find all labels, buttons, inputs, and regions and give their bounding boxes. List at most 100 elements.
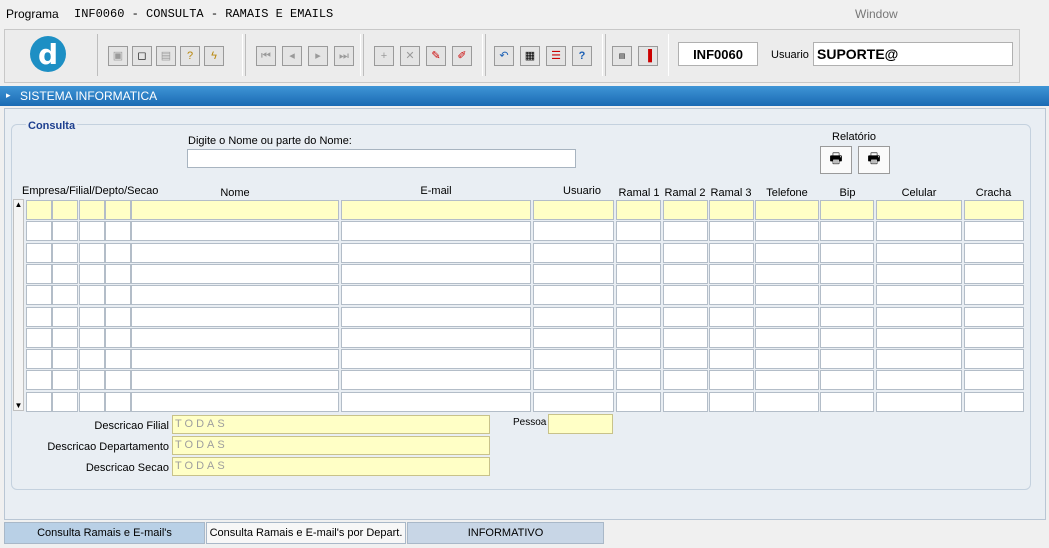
grid-cell[interactable] — [26, 392, 52, 412]
grid-cell[interactable] — [709, 221, 754, 241]
grid-cell[interactable] — [533, 392, 614, 412]
grid-cell[interactable] — [709, 264, 754, 284]
secao-field[interactable]: TODAS — [172, 457, 490, 476]
grid-cell[interactable] — [616, 328, 661, 348]
grid-cell[interactable] — [663, 328, 708, 348]
grid-cell[interactable] — [964, 392, 1024, 412]
query-help-icon[interactable]: ? — [180, 46, 200, 66]
grid-cell[interactable] — [341, 221, 531, 241]
first-record-icon[interactable]: ⏮ — [256, 46, 276, 66]
grid-cell[interactable] — [709, 307, 754, 327]
grid-cell[interactable] — [755, 200, 819, 220]
grid-cell[interactable] — [52, 307, 78, 327]
grid-cell[interactable] — [533, 200, 614, 220]
grid-cell[interactable] — [820, 307, 874, 327]
grid-cell[interactable] — [876, 285, 962, 305]
grid-cell[interactable] — [755, 264, 819, 284]
grid-cell[interactable] — [709, 200, 754, 220]
list-icon[interactable]: ☰ — [546, 46, 566, 66]
filial-field[interactable]: TODAS — [172, 415, 490, 434]
grid-cell[interactable] — [964, 349, 1024, 369]
edit-record-icon[interactable]: ✎ — [426, 46, 446, 66]
menu-programa[interactable]: Programa — [6, 7, 59, 21]
insert-record-icon[interactable]: + — [374, 46, 394, 66]
save-icon[interactable]: ▣ — [108, 46, 128, 66]
grid-cell[interactable] — [79, 307, 105, 327]
grid-cell[interactable] — [105, 200, 131, 220]
grid-cell[interactable] — [341, 328, 531, 348]
grid-cell[interactable] — [341, 349, 531, 369]
grid-cell[interactable] — [755, 349, 819, 369]
grid-cell[interactable] — [341, 370, 531, 390]
help-icon[interactable]: ? — [572, 46, 592, 66]
clipboard-icon[interactable]: ▦ — [520, 46, 540, 66]
grid-cell[interactable] — [755, 307, 819, 327]
grid-cell[interactable] — [876, 243, 962, 263]
exit-icon[interactable]: ▐ — [638, 46, 658, 66]
pessoa-field[interactable] — [548, 414, 613, 434]
grid-cell[interactable] — [964, 307, 1024, 327]
grid-cell[interactable] — [26, 264, 52, 284]
grid-cell[interactable] — [709, 392, 754, 412]
grid-cell[interactable] — [876, 307, 962, 327]
grid-cell[interactable] — [755, 392, 819, 412]
menu-window[interactable]: Window — [855, 7, 898, 21]
grid-scrollbar[interactable]: ▲ ▼ — [13, 199, 24, 411]
grid-cell[interactable] — [820, 200, 874, 220]
print-icon[interactable]: ▤ — [156, 46, 176, 66]
grid-cell[interactable] — [52, 221, 78, 241]
grid-cell[interactable] — [26, 200, 52, 220]
grid-cell[interactable] — [533, 264, 614, 284]
execute-query-icon[interactable]: ϟ — [204, 46, 224, 66]
report-print-button[interactable]: 🖶 — [820, 146, 852, 174]
clear-record-icon[interactable]: ✐ — [452, 46, 472, 66]
grid-cell[interactable] — [131, 221, 339, 241]
grid-cell[interactable] — [131, 349, 339, 369]
grid-cell[interactable] — [131, 285, 339, 305]
grid-cell[interactable] — [755, 370, 819, 390]
grid-cell[interactable] — [533, 285, 614, 305]
grid-cell[interactable] — [709, 349, 754, 369]
search-input[interactable] — [187, 149, 576, 168]
grid-cell[interactable] — [820, 392, 874, 412]
grid-cell[interactable] — [755, 221, 819, 241]
grid-cell[interactable] — [131, 264, 339, 284]
grid-cell[interactable] — [131, 200, 339, 220]
scroll-down-icon[interactable]: ▼ — [14, 401, 23, 410]
grid-cell[interactable] — [533, 349, 614, 369]
grid-cell[interactable] — [820, 285, 874, 305]
grid-cell[interactable] — [663, 392, 708, 412]
grid-cell[interactable] — [131, 243, 339, 263]
grid-cell[interactable] — [341, 392, 531, 412]
grid-cell[interactable] — [616, 221, 661, 241]
last-record-icon[interactable]: ⏭ — [334, 46, 354, 66]
grid-cell[interactable] — [341, 264, 531, 284]
grid-cell[interactable] — [52, 370, 78, 390]
grid-cell[interactable] — [533, 370, 614, 390]
grid-cell[interactable] — [131, 392, 339, 412]
grid-cell[interactable] — [820, 328, 874, 348]
grid-cell[interactable] — [616, 349, 661, 369]
grid-cell[interactable] — [26, 349, 52, 369]
previous-record-icon[interactable]: ◂ — [282, 46, 302, 66]
grid-cell[interactable] — [709, 243, 754, 263]
grid-cell[interactable] — [820, 349, 874, 369]
grid-cell[interactable] — [876, 349, 962, 369]
grid-cell[interactable] — [616, 307, 661, 327]
grid-cell[interactable] — [964, 285, 1024, 305]
grid-cell[interactable] — [52, 200, 78, 220]
grid-cell[interactable] — [616, 370, 661, 390]
grid-cell[interactable] — [26, 243, 52, 263]
grid-cell[interactable] — [876, 221, 962, 241]
grid-cell[interactable] — [616, 392, 661, 412]
grid-cell[interactable] — [964, 264, 1024, 284]
grid-cell[interactable] — [105, 307, 131, 327]
grid-cell[interactable] — [876, 328, 962, 348]
next-record-icon[interactable]: ▸ — [308, 46, 328, 66]
grid-cell[interactable] — [663, 285, 708, 305]
grid-cell[interactable] — [616, 200, 661, 220]
grid-cell[interactable] — [52, 328, 78, 348]
grid-cell[interactable] — [964, 328, 1024, 348]
tab-informativo[interactable]: INFORMATIVO — [407, 522, 604, 544]
grid-cell[interactable] — [26, 221, 52, 241]
